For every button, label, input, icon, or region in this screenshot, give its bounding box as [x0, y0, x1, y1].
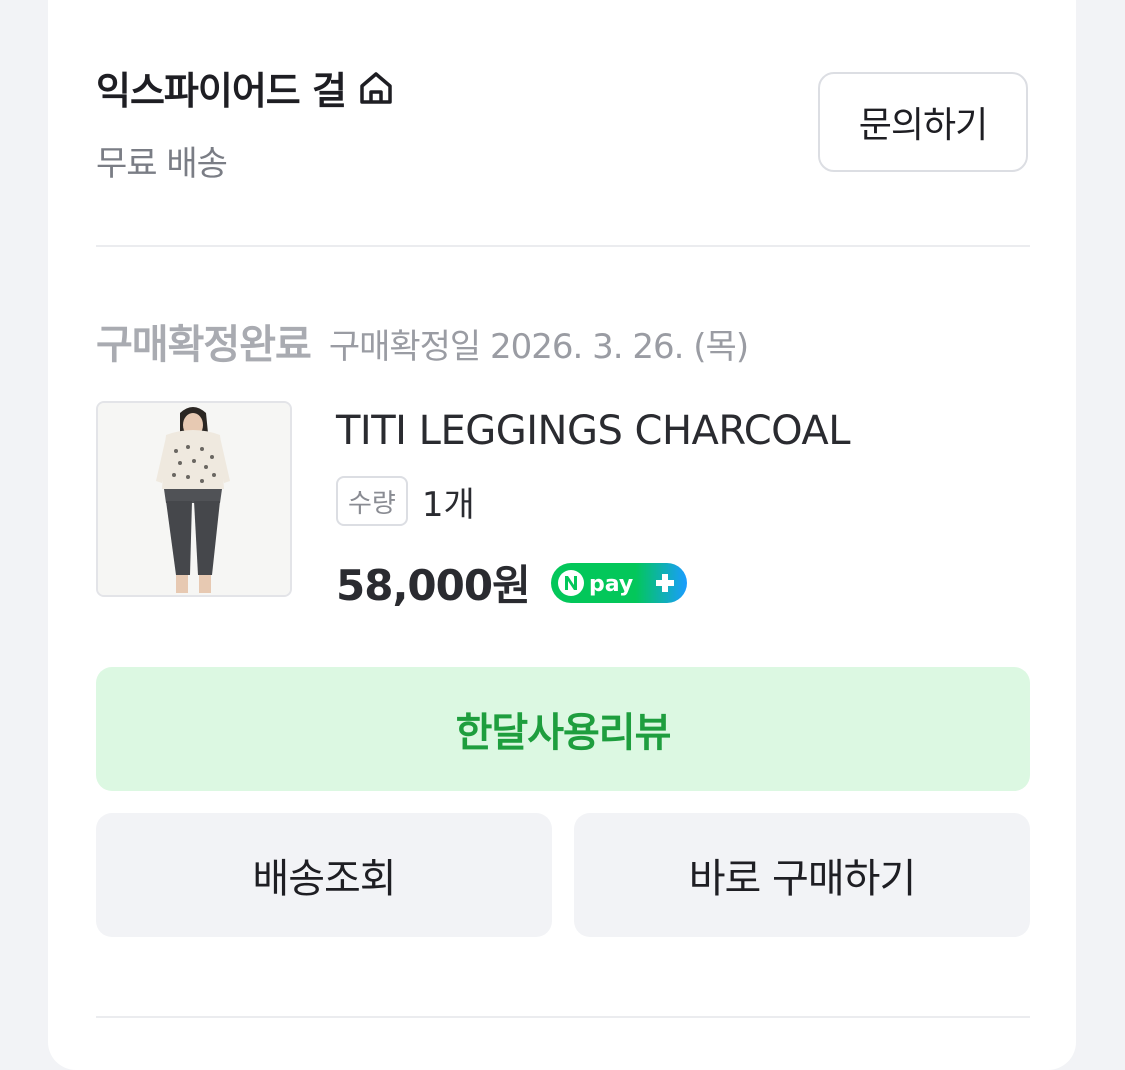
product-photo [98, 403, 290, 595]
monthly-review-button[interactable]: 한달사용리뷰 [96, 667, 1030, 791]
seller-name-label: 익스파이어드 걸 [96, 69, 347, 113]
product-price: 58,000원 [336, 561, 531, 610]
delivery-tracking-button[interactable]: 배송조회 [96, 813, 552, 937]
divider [96, 245, 1030, 247]
order-status-row: 구매확정완료 구매확정일 2026. 3. 26. (목) [96, 312, 749, 370]
npay-plus-icon: pay [550, 562, 688, 604]
home-icon[interactable] [356, 68, 396, 108]
order-confirm-date: 구매확정일 2026. 3. 26. (목) [328, 327, 749, 367]
buy-again-button[interactable]: 바로 구매하기 [574, 813, 1030, 937]
product-name[interactable]: TITI LEGGINGS CHARCOAL [336, 408, 851, 454]
order-status: 구매확정완료 [96, 322, 312, 368]
quantity-value: 1개 [421, 484, 475, 525]
seller-name[interactable]: 익스파이어드 걸 [96, 60, 396, 115]
inquiry-button[interactable]: 문의하기 [818, 72, 1028, 172]
product-thumbnail[interactable] [96, 401, 292, 597]
quantity-label: 수량 [336, 476, 408, 526]
divider-bottom [96, 1016, 1030, 1018]
quantity-row: 수량 1개 [336, 476, 475, 526]
svg-text:pay: pay [589, 572, 633, 597]
shipping-info: 무료 배송 [96, 144, 228, 184]
price-row: 58,000원 pay [336, 552, 688, 613]
